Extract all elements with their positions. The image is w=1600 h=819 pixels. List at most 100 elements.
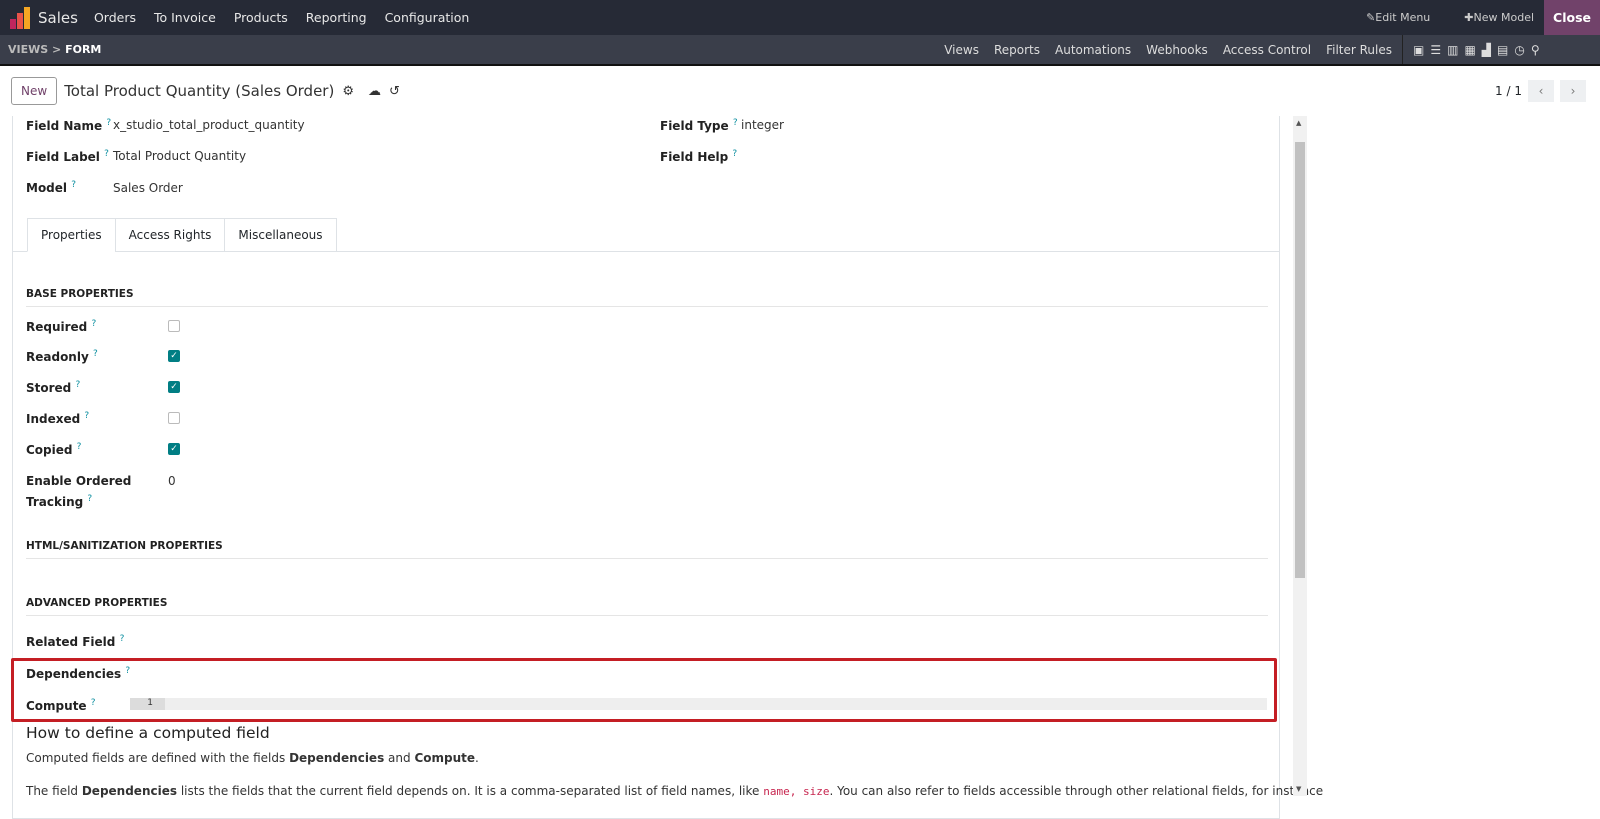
copied-label: Copied ? (26, 442, 81, 457)
pager-value[interactable]: 1 / 1 (1495, 84, 1522, 98)
help-heading: How to define a computed field (26, 724, 270, 742)
link-webhooks[interactable]: Webhooks (1146, 43, 1208, 57)
pivot-view-icon[interactable]: ▤ (1497, 43, 1508, 57)
indexed-checkbox[interactable] (168, 412, 180, 424)
help-tooltip[interactable]: ? (106, 118, 111, 128)
help-bold: Dependencies (81, 784, 177, 798)
gear-icon[interactable]: ⚙ (342, 84, 354, 99)
studio-subnav: VIEWS > FORM Views Reports Automations W… (0, 35, 1600, 66)
readonly-label-text: Readonly (26, 350, 89, 364)
help-tooltip[interactable]: ? (125, 666, 130, 676)
list-view-icon[interactable]: ☰ (1430, 43, 1441, 57)
link-views[interactable]: Views (944, 43, 979, 57)
help-tooltip[interactable]: ? (104, 149, 109, 159)
close-studio-button[interactable]: Close (1544, 0, 1600, 35)
calendar-view-icon[interactable]: ▦ (1464, 43, 1475, 57)
help-tooltip[interactable]: ? (77, 442, 82, 452)
field-label-value[interactable]: Total Product Quantity (113, 149, 246, 163)
pencil-icon: ✎ (1366, 11, 1376, 24)
menu-orders[interactable]: Orders (94, 10, 136, 25)
new-button[interactable]: New (11, 77, 58, 105)
help-tooltip[interactable]: ? (84, 411, 89, 421)
field-type-label-text: Field Type (660, 119, 729, 133)
discard-undo-icon[interactable]: ↺ (389, 84, 400, 99)
menu-configuration[interactable]: Configuration (385, 10, 470, 25)
html-sanitization-heading: HTML/SANITIZATION PROPERTIES (26, 540, 1268, 559)
readonly-label: Readonly ? (26, 349, 98, 364)
activity-view-icon[interactable]: ◷ (1514, 43, 1524, 57)
edit-menu-button[interactable]: ✎Edit Menu (1366, 11, 1430, 24)
indexed-label: Indexed ? (26, 411, 89, 426)
tracking-label-line2: Tracking (26, 495, 84, 509)
tab-access-rights[interactable]: Access Rights (114, 218, 226, 252)
save-cloud-icon[interactable]: ☁ (368, 84, 381, 99)
required-label-text: Required (26, 320, 88, 334)
control-panel: New Total Product Quantity (Sales Order)… (0, 66, 1600, 116)
link-reports[interactable]: Reports (994, 43, 1040, 57)
form-sheet: Field Name ? x_studio_total_product_quan… (11, 116, 1323, 819)
dependencies-label: Dependencies ? (26, 666, 130, 681)
compute-code-editor[interactable]: 1 (130, 698, 1267, 710)
help-tooltip[interactable]: ? (75, 380, 80, 390)
tab-miscellaneous[interactable]: Miscellaneous (224, 218, 337, 252)
kanban-view-icon[interactable]: ▥ (1447, 43, 1458, 57)
scroll-down-arrow-icon[interactable]: ▼ (1296, 785, 1301, 793)
breadcrumb: VIEWS > FORM (8, 43, 101, 56)
help-tooltip[interactable]: ? (120, 634, 125, 644)
search-view-icon[interactable]: ⚲ (1531, 43, 1540, 57)
help-tooltip[interactable]: ? (91, 319, 96, 329)
advanced-properties-heading: ADVANCED PROPERTIES (26, 597, 1268, 616)
help-tooltip[interactable]: ? (733, 118, 738, 128)
menu-reporting[interactable]: Reporting (306, 10, 367, 25)
link-access-control[interactable]: Access Control (1223, 43, 1311, 57)
model-label-text: Model (26, 181, 68, 195)
help-text: . (475, 751, 479, 765)
help-tooltip[interactable]: ? (732, 149, 737, 159)
help-bold: Compute (414, 751, 475, 765)
field-help-label: Field Help ? (660, 149, 737, 164)
help-code: name, size (763, 785, 830, 798)
sales-app-logo-icon[interactable] (10, 6, 32, 29)
tracking-label: Enable Ordered Tracking ? (26, 472, 131, 511)
base-properties-heading: BASE PROPERTIES (26, 288, 1268, 307)
indexed-label-text: Indexed (26, 412, 81, 426)
required-checkbox[interactable] (168, 320, 180, 332)
field-type-value[interactable]: integer (741, 118, 784, 132)
link-filter-rules[interactable]: Filter Rules (1326, 43, 1392, 57)
scrollbar-thumb[interactable] (1295, 142, 1305, 578)
new-model-label: New Model (1473, 11, 1535, 24)
app-name[interactable]: Sales (38, 9, 78, 27)
compute-label-text: Compute (26, 699, 87, 713)
tab-properties[interactable]: Properties (27, 218, 116, 252)
compute-label: Compute ? (26, 698, 96, 713)
required-label: Required ? (26, 319, 96, 334)
menu-products[interactable]: Products (234, 10, 288, 25)
plus-icon: ✚ (1464, 11, 1474, 24)
form-scrollbar[interactable]: ▲ ▼ (1293, 116, 1307, 796)
field-name-value[interactable]: x_studio_total_product_quantity (113, 118, 305, 132)
help-text: Computed fields are defined with the fie… (26, 751, 290, 765)
model-value[interactable]: Sales Order (113, 181, 183, 195)
breadcrumb-views[interactable]: VIEWS (8, 43, 48, 56)
new-model-button[interactable]: ✚New Model (1464, 11, 1534, 24)
tracking-value[interactable]: 0 (168, 474, 176, 488)
menu-to-invoice[interactable]: To Invoice (154, 10, 216, 25)
help-text: and (384, 751, 415, 765)
copied-checkbox[interactable]: ✓ (168, 443, 180, 455)
help-tooltip[interactable]: ? (87, 494, 92, 504)
help-paragraph-2: The field Dependencies lists the fields … (26, 784, 1323, 798)
help-tooltip[interactable]: ? (93, 349, 98, 359)
pager-previous-button[interactable]: ‹ (1528, 80, 1554, 102)
field-type-label: Field Type ? (660, 118, 738, 133)
graph-view-icon[interactable]: ▟ (1482, 43, 1491, 57)
help-tooltip[interactable]: ? (91, 698, 96, 708)
top-navbar: Sales Orders To Invoice Products Reporti… (0, 0, 1600, 35)
scroll-up-arrow-icon[interactable]: ▲ (1296, 119, 1301, 127)
help-tooltip[interactable]: ? (71, 180, 76, 190)
link-automations[interactable]: Automations (1055, 43, 1131, 57)
pager-next-button[interactable]: › (1560, 80, 1586, 102)
form-view-icon[interactable]: ▣ (1413, 43, 1424, 57)
stored-checkbox[interactable]: ✓ (168, 381, 180, 393)
copied-label-text: Copied (26, 443, 73, 457)
readonly-checkbox[interactable]: ✓ (168, 350, 180, 362)
